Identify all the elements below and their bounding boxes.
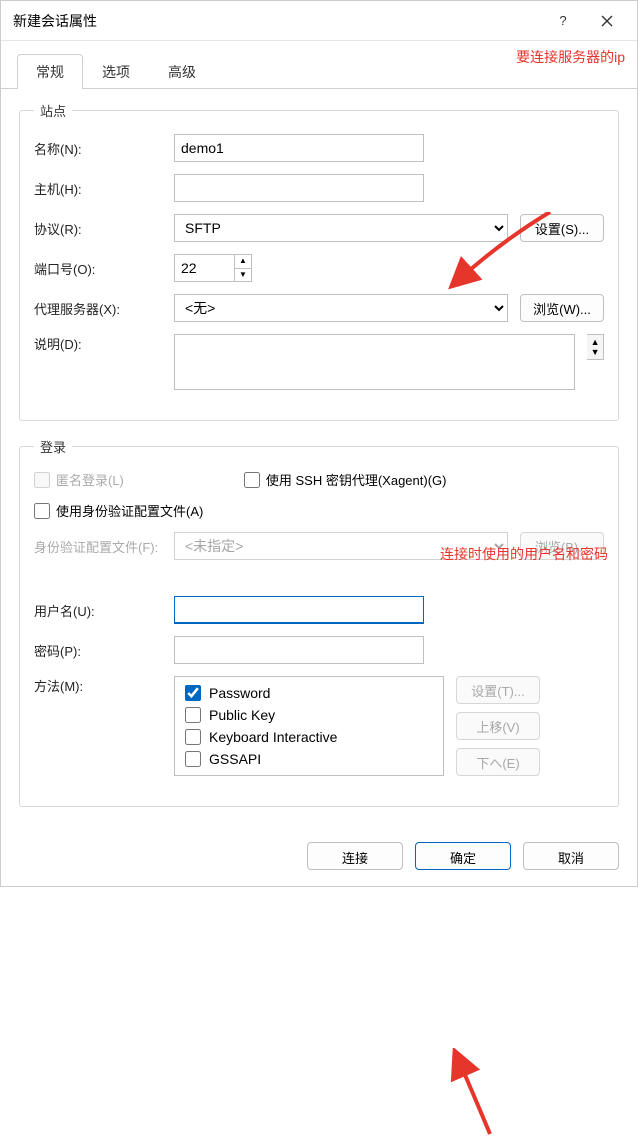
select-proxy[interactable]: <无> — [174, 294, 508, 322]
move-down-button: 下へ(E) — [456, 748, 540, 776]
close-button[interactable] — [585, 1, 629, 41]
select-protocol[interactable]: SFTP — [174, 214, 508, 242]
label-host: 主机(H): — [34, 179, 174, 198]
settings-button[interactable]: 设置(S)... — [520, 214, 604, 242]
scroll-up-icon[interactable]: ▲ — [591, 337, 600, 347]
tab-advanced[interactable]: 高级 — [149, 54, 215, 89]
input-name[interactable] — [174, 134, 424, 162]
annotation-user-pass: 连接时使用的用户名和密码 — [440, 544, 608, 564]
input-password[interactable] — [174, 636, 424, 664]
input-host[interactable] — [174, 174, 424, 202]
method-keyboard[interactable]: Keyboard Interactive — [185, 729, 433, 745]
label-proxy: 代理服务器(X): — [34, 299, 174, 318]
label-description: 说明(D): — [34, 334, 174, 353]
label-port: 端口号(O): — [34, 259, 174, 278]
label-password: 密码(P): — [34, 641, 174, 660]
method-gssapi[interactable]: GSSAPI — [185, 751, 433, 767]
scroll-down-icon[interactable]: ▼ — [591, 347, 600, 357]
method-settings-button: 设置(T)... — [456, 676, 540, 704]
close-icon — [601, 15, 613, 27]
help-button[interactable]: ? — [541, 1, 585, 41]
scrollbar[interactable]: ▲▼ — [587, 334, 604, 360]
move-up-button: 上移(V) — [456, 712, 540, 740]
label-authprofile: 身份验证配置文件(F): — [34, 537, 174, 556]
window-title: 新建会话属性 — [13, 11, 541, 31]
checkbox-authfile[interactable]: 使用身份验证配置文件(A) — [34, 501, 203, 520]
legend-site: 站点 — [34, 101, 72, 120]
legend-login: 登录 — [34, 437, 72, 456]
group-login: 登录 匿名登录(L) 使用 SSH 密钥代理(Xagent)(G) 使用身份验证… — [19, 437, 619, 807]
port-up-icon[interactable]: ▲ — [235, 255, 251, 269]
arrow-annotation-2 — [450, 1048, 510, 1138]
label-protocol: 协议(R): — [34, 219, 174, 238]
annotation-server-ip: 要连接服务器的ip — [516, 47, 625, 67]
cancel-button[interactable]: 取消 — [523, 842, 619, 870]
group-site: 站点 名称(N): 主机(H): 协议(R): SFTP 设置(S)... 端口… — [19, 101, 619, 421]
listbox-methods[interactable]: Password Public Key Keyboard Interactive… — [174, 676, 444, 776]
tab-options[interactable]: 选项 — [83, 54, 149, 89]
tab-general[interactable]: 常规 — [17, 54, 83, 89]
spinner-port[interactable]: ▲ ▼ — [174, 254, 252, 282]
label-method: 方法(M): — [34, 676, 174, 695]
ok-button[interactable]: 确定 — [415, 842, 511, 870]
method-password[interactable]: Password — [185, 685, 433, 701]
browse-proxy-button[interactable]: 浏览(W)... — [520, 294, 604, 322]
input-username[interactable] — [174, 596, 424, 624]
port-down-icon[interactable]: ▼ — [235, 269, 251, 282]
input-port[interactable] — [174, 254, 234, 282]
connect-button[interactable]: 连接 — [307, 842, 403, 870]
label-name: 名称(N): — [34, 139, 174, 158]
label-username: 用户名(U): — [34, 601, 174, 620]
checkbox-xagent[interactable]: 使用 SSH 密钥代理(Xagent)(G) — [244, 470, 447, 489]
method-publickey[interactable]: Public Key — [185, 707, 433, 723]
checkbox-anonymous[interactable]: 匿名登录(L) — [34, 470, 124, 489]
textarea-description[interactable] — [174, 334, 575, 390]
